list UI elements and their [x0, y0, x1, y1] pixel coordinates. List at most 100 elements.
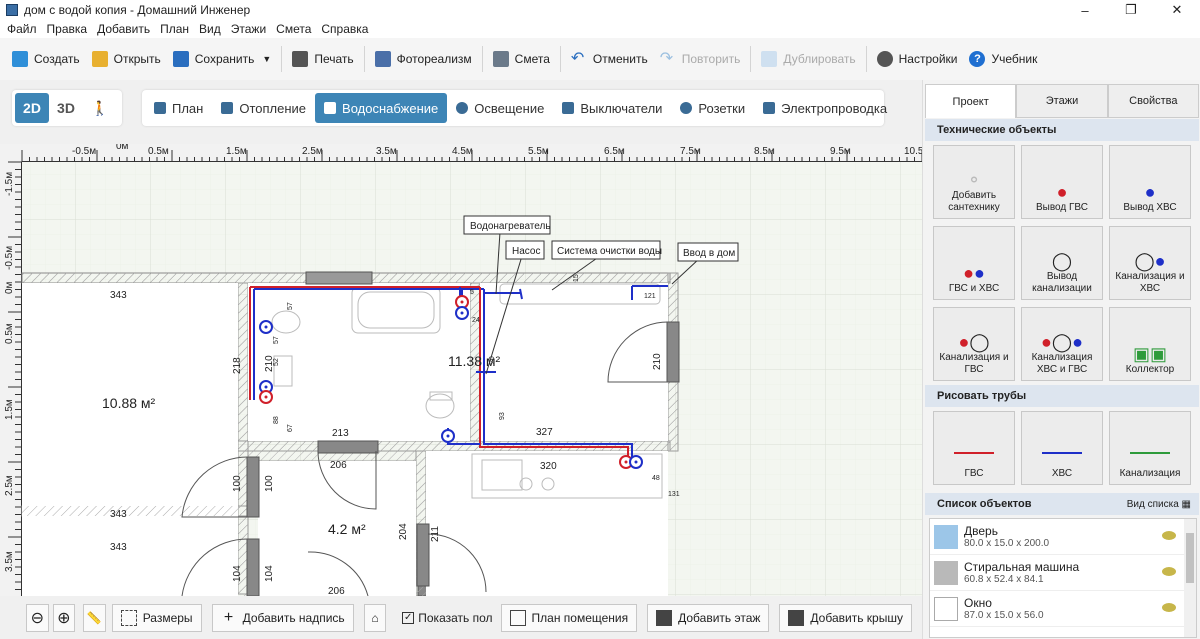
add-roof-button[interactable]: Добавить крышу: [779, 603, 912, 632]
tile-hot-outlet[interactable]: ● Вывод ГВС: [1021, 145, 1103, 219]
mode-water[interactable]: Водоснабжение: [315, 93, 448, 123]
tile-hot-cold[interactable]: ●● ГВС и ХВС: [933, 226, 1015, 300]
redo-button[interactable]: ↷ Повторить: [654, 44, 747, 74]
menu-help[interactable]: Справка: [318, 22, 375, 36]
room-plan-button[interactable]: План помещения: [500, 603, 638, 632]
svg-text:121: 121: [644, 293, 656, 300]
ruler-label: 6.5м: [604, 146, 625, 157]
svg-text:131: 131: [668, 491, 680, 498]
new-file-icon: [12, 51, 28, 67]
cold-outlet-icon: ●: [1144, 182, 1156, 202]
tile-sewer-cold-hot[interactable]: ●◯● Канализация ХВС и ГВС: [1021, 307, 1103, 381]
svg-text:206: 206: [330, 460, 347, 471]
svg-text:15: 15: [573, 274, 580, 282]
plus-icon: +: [223, 608, 234, 626]
book-icon: [154, 102, 166, 114]
svg-text:320: 320: [540, 461, 557, 472]
washing-machine-icon: [934, 560, 958, 585]
list-view-toggle[interactable]: Вид списка ▦: [1127, 499, 1191, 510]
gear-icon: [876, 51, 893, 67]
zoom-in-button[interactable]: ⊕: [52, 603, 76, 632]
add-label-button[interactable]: + Добавить надпись: [211, 603, 354, 632]
menu-edit[interactable]: Правка: [44, 22, 95, 36]
list-item[interactable]: Окно 87.0 x 15.0 x 56.0: [930, 591, 1196, 627]
save-button[interactable]: Сохранить ▼: [167, 44, 278, 74]
mode-switches[interactable]: Выключатели: [553, 93, 671, 123]
estimate-button[interactable]: Смета: [487, 44, 556, 74]
pipe-hot-tool[interactable]: ГВС: [933, 411, 1015, 485]
menu-floors[interactable]: Этажи: [228, 22, 273, 36]
duplicate-button[interactable]: Дублировать: [755, 44, 861, 74]
undo-button[interactable]: ↶ Отменить: [565, 44, 654, 74]
tile-manifold[interactable]: ▣▣ Коллектор: [1109, 307, 1191, 381]
checkbox-icon[interactable]: ✓: [402, 611, 415, 624]
dropdown-arrow-icon[interactable]: ▼: [262, 54, 271, 64]
callout-pump: Насос: [512, 246, 540, 257]
bottom-toolbar: ⊖ ⊕ 📏 Размеры + Добавить надпись ⌂ ✓ Показ…: [0, 596, 922, 639]
visibility-eye-icon[interactable]: [1162, 567, 1176, 576]
svg-text:67: 67: [287, 424, 294, 432]
menu-plan[interactable]: План: [157, 22, 196, 36]
plan-canvas[interactable]: -0.5м 0м 0.5м 1.5м 2.5м 3.5м 4.5м 5.5м 6…: [0, 144, 922, 596]
tab-project[interactable]: Проект: [925, 84, 1017, 118]
pipe-cold-tool[interactable]: ХВС: [1021, 411, 1103, 485]
mode-sockets[interactable]: Розетки: [671, 93, 754, 123]
mode-wiring[interactable]: Электропроводка: [754, 93, 896, 123]
print-button[interactable]: Печать: [286, 44, 359, 74]
view-3d-button[interactable]: 3D: [49, 93, 83, 123]
mode-plan[interactable]: План: [145, 93, 212, 123]
zoom-out-button[interactable]: ⊖: [26, 603, 49, 632]
tutorial-button[interactable]: ? Учебник: [963, 44, 1043, 74]
redo-icon: ↷: [659, 50, 674, 67]
create-button[interactable]: Создать: [6, 44, 86, 74]
list-item[interactable]: Дверь 80.0 x 15.0 x 200.0: [930, 519, 1196, 555]
settings-button[interactable]: Настройки: [871, 44, 964, 74]
menu-file[interactable]: Файл: [4, 22, 44, 36]
photoreal-button[interactable]: Фотореализм: [369, 44, 478, 74]
home-button[interactable]: ⌂: [363, 603, 387, 632]
hot-outlet-icon: ●: [1056, 182, 1068, 202]
walk-mode-icon[interactable]: 🚶: [83, 93, 117, 123]
scrollbar[interactable]: [1184, 519, 1196, 637]
tile-sewer-cold[interactable]: ◯● Канализация и ХВС: [1109, 226, 1191, 300]
tile-add-plumbing[interactable]: ⚬ Добавить сантехнику: [933, 145, 1015, 219]
callout-filter: Система очистки воды: [557, 246, 662, 257]
tile-sewer-outlet[interactable]: ◯ Вывод канализации: [1021, 226, 1103, 300]
ruler-button[interactable]: 📏: [83, 603, 106, 632]
tab-properties[interactable]: Свойства: [1107, 84, 1199, 118]
mode-heating[interactable]: Отопление: [212, 93, 315, 123]
editor-area: 2D 3D 🚶 План Отопление Водоснабжение Осв…: [0, 80, 922, 639]
menu-add[interactable]: Добавить: [94, 22, 157, 36]
home-icon: ⌂: [371, 610, 379, 625]
mode-lighting[interactable]: Освещение: [447, 93, 553, 123]
svg-text:213: 213: [332, 428, 349, 439]
maximize-button[interactable]: ❐: [1108, 0, 1154, 20]
view-2d-button[interactable]: 2D: [15, 93, 49, 123]
tab-floors[interactable]: Этажи: [1016, 84, 1108, 118]
menu-estimate[interactable]: Смета: [273, 22, 318, 36]
menu-view[interactable]: Вид: [196, 22, 228, 36]
close-button[interactable]: ✕: [1154, 0, 1200, 20]
list-item[interactable]: Стиральная машина 60.8 x 52.4 x 84.1: [930, 555, 1196, 591]
hot-pipe-icon: [954, 452, 994, 454]
add-floor-button[interactable]: Добавить этаж: [647, 603, 770, 632]
svg-text:211: 211: [430, 526, 441, 542]
open-button[interactable]: Открыть: [86, 44, 167, 74]
callout-heater: Водонагреватель: [470, 221, 551, 232]
pipe-sewer-tool[interactable]: Канализация: [1109, 411, 1191, 485]
ruler-label: 0.5м: [148, 146, 169, 157]
tile-cold-outlet[interactable]: ● Вывод ХВС: [1109, 145, 1191, 219]
minimize-button[interactable]: –: [1062, 0, 1108, 20]
socket-icon: [680, 102, 693, 114]
tile-sewer-hot[interactable]: ●◯ Канализация и ГВС: [933, 307, 1015, 381]
plumbing-icon: ⚬: [966, 170, 982, 190]
dimensions-button[interactable]: Размеры: [111, 603, 202, 632]
svg-text:343: 343: [110, 542, 127, 553]
hot-cold-icon: ●●: [963, 263, 985, 283]
visibility-eye-icon[interactable]: [1162, 603, 1176, 612]
ruler-label: 10.5: [904, 146, 922, 157]
ruler-label: 4.5м: [452, 146, 473, 157]
show-floor-checkbox[interactable]: ✓ Показать пол: [402, 611, 493, 625]
ruler-label: 8.5м: [754, 146, 775, 157]
visibility-eye-icon[interactable]: [1162, 531, 1176, 540]
